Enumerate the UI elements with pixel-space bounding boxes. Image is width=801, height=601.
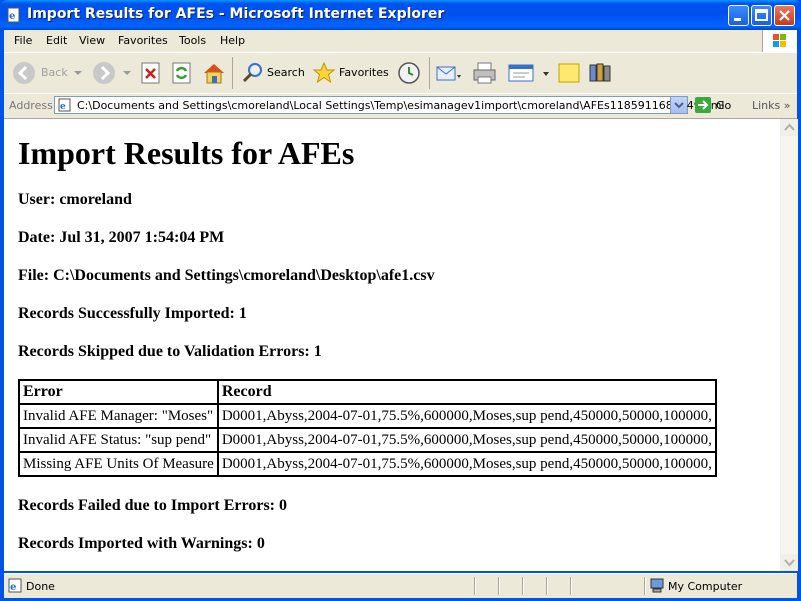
status-bar: e Done My Computer xyxy=(4,573,797,598)
page-status-icon: e xyxy=(8,578,22,593)
record-cell: D0001,Abyss,2004-07-01,75.5%,600000,Mose… xyxy=(217,404,716,428)
toolbar: Back Search Favorites xyxy=(4,53,797,94)
svg-text:e: e xyxy=(9,11,15,22)
history-icon[interactable] xyxy=(397,61,421,85)
go-arrow-icon xyxy=(695,97,711,113)
refresh-icon[interactable] xyxy=(172,62,192,84)
chevron-down-icon xyxy=(674,102,684,109)
status-text: Done xyxy=(26,580,55,593)
links-toolbar[interactable]: Links » xyxy=(752,99,791,112)
address-bar: Address e C:\Documents and Settings\cmor… xyxy=(4,94,797,119)
close-icon xyxy=(779,10,790,21)
column-header-error: Error xyxy=(19,380,218,404)
search-button[interactable]: Search xyxy=(242,61,306,85)
page-icon: e xyxy=(58,98,71,112)
menu-tools[interactable]: Tools xyxy=(179,34,206,47)
error-cell: Invalid AFE Manager: "Moses" xyxy=(19,404,218,428)
research-icon[interactable] xyxy=(587,61,613,85)
table-row: Missing AFE Units Of Measure D0001,Abyss… xyxy=(19,452,716,476)
minimize-button[interactable] xyxy=(728,5,749,26)
discuss-icon[interactable] xyxy=(557,62,581,84)
failed-count: Records Failed due to Import Errors: 0 xyxy=(18,497,287,514)
column-header-record: Record xyxy=(217,380,716,404)
my-computer-icon xyxy=(650,578,664,593)
windows-logo xyxy=(762,30,797,52)
scroll-down-button[interactable] xyxy=(781,554,798,571)
error-cell: Invalid AFE Status: "sup pend" xyxy=(19,428,218,452)
go-button[interactable]: Go xyxy=(694,96,742,114)
chevron-up-icon xyxy=(784,123,795,131)
vertical-scrollbar[interactable] xyxy=(780,119,798,571)
close-button[interactable] xyxy=(774,5,795,26)
table-header-row: Error Record xyxy=(19,380,716,404)
menu-file[interactable]: File xyxy=(14,34,32,47)
home-icon[interactable] xyxy=(202,61,226,85)
favorites-button[interactable]: Favorites xyxy=(312,61,392,85)
table-row: Invalid AFE Manager: "Moses" D0001,Abyss… xyxy=(19,404,716,428)
address-url: C:\Documents and Settings\cmoreland\Loca… xyxy=(77,99,725,112)
errors-table: Error Record Invalid AFE Manager: "Moses… xyxy=(18,379,717,477)
address-label: Address xyxy=(9,99,53,112)
menu-help[interactable]: Help xyxy=(220,34,245,47)
edit-icon[interactable] xyxy=(507,62,549,84)
ie-page-icon: e xyxy=(7,7,20,23)
user-line: User: cmoreland xyxy=(18,191,132,208)
back-dropdown-icon[interactable] xyxy=(74,71,82,77)
record-cell: D0001,Abyss,2004-07-01,75.5%,600000,Mose… xyxy=(217,428,716,452)
record-cell: D0001,Abyss,2004-07-01,75.5%,600000,Mose… xyxy=(217,452,716,476)
scroll-up-button[interactable] xyxy=(781,119,798,136)
favorites-label: Favorites xyxy=(339,66,389,79)
forward-dropdown-icon[interactable] xyxy=(123,71,131,77)
address-dropdown[interactable] xyxy=(670,97,687,113)
print-icon[interactable] xyxy=(472,61,498,85)
window-title: Import Results for AFEs - Microsoft Inte… xyxy=(27,6,445,22)
security-zone: My Computer xyxy=(668,580,743,593)
file-line: File: C:\Documents and Settings\cmorelan… xyxy=(18,267,435,284)
svg-text:e: e xyxy=(60,102,66,112)
minimize-icon xyxy=(734,18,741,21)
maximize-button[interactable] xyxy=(751,5,772,26)
svg-text:e: e xyxy=(10,582,16,593)
search-icon xyxy=(242,63,262,83)
browser-window: e Import Results for AFEs - Microsoft In… xyxy=(0,0,801,601)
title-bar[interactable]: e Import Results for AFEs - Microsoft In… xyxy=(0,0,801,30)
chevron-down-icon xyxy=(784,559,795,567)
skipped-count: Records Skipped due to Validation Errors… xyxy=(18,343,322,360)
error-cell: Missing AFE Units Of Measure xyxy=(19,452,218,476)
windows-flag-icon xyxy=(773,34,786,47)
menu-edit[interactable]: Edit xyxy=(46,34,67,47)
stop-icon[interactable] xyxy=(141,62,161,84)
go-label: Go xyxy=(716,99,732,112)
mail-icon[interactable] xyxy=(436,62,462,84)
search-label: Search xyxy=(267,66,305,79)
back-arrow-icon xyxy=(13,62,35,84)
menu-bar: File Edit View Favorites Tools Help xyxy=(4,30,797,53)
page-content: Import Results for AFEs User: cmoreland … xyxy=(4,119,780,571)
back-button[interactable]: Back xyxy=(12,61,74,85)
address-input[interactable]: e C:\Documents and Settings\cmoreland\Lo… xyxy=(54,96,724,114)
menu-view[interactable]: View xyxy=(79,34,105,47)
back-label: Back xyxy=(41,66,68,79)
maximize-icon xyxy=(755,9,768,21)
table-row: Invalid AFE Status: "sup pend" D0001,Aby… xyxy=(19,428,716,452)
favorites-star-icon xyxy=(312,61,336,84)
date-line: Date: Jul 31, 2007 1:54:04 PM xyxy=(18,229,225,246)
warnings-count: Records Imported with Warnings: 0 xyxy=(18,535,265,552)
forward-arrow-icon[interactable] xyxy=(92,61,116,85)
menu-favorites[interactable]: Favorites xyxy=(118,34,168,47)
page-title: Import Results for AFEs xyxy=(18,135,355,171)
links-label: Links xyxy=(752,99,781,112)
imported-count: Records Successfully Imported: 1 xyxy=(18,305,247,322)
